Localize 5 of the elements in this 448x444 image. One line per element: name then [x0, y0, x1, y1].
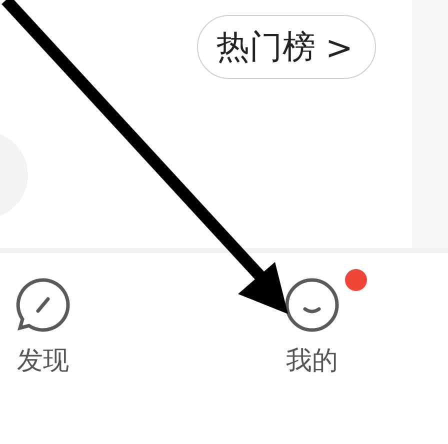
hot-list-button[interactable]: 热门榜 >	[197, 15, 376, 79]
tab-item[interactable]: 我的	[283, 277, 341, 378]
smiley-icon	[284, 277, 340, 333]
tab-item[interactable]: 发现	[14, 277, 72, 378]
chevron-icon: >	[325, 28, 353, 66]
